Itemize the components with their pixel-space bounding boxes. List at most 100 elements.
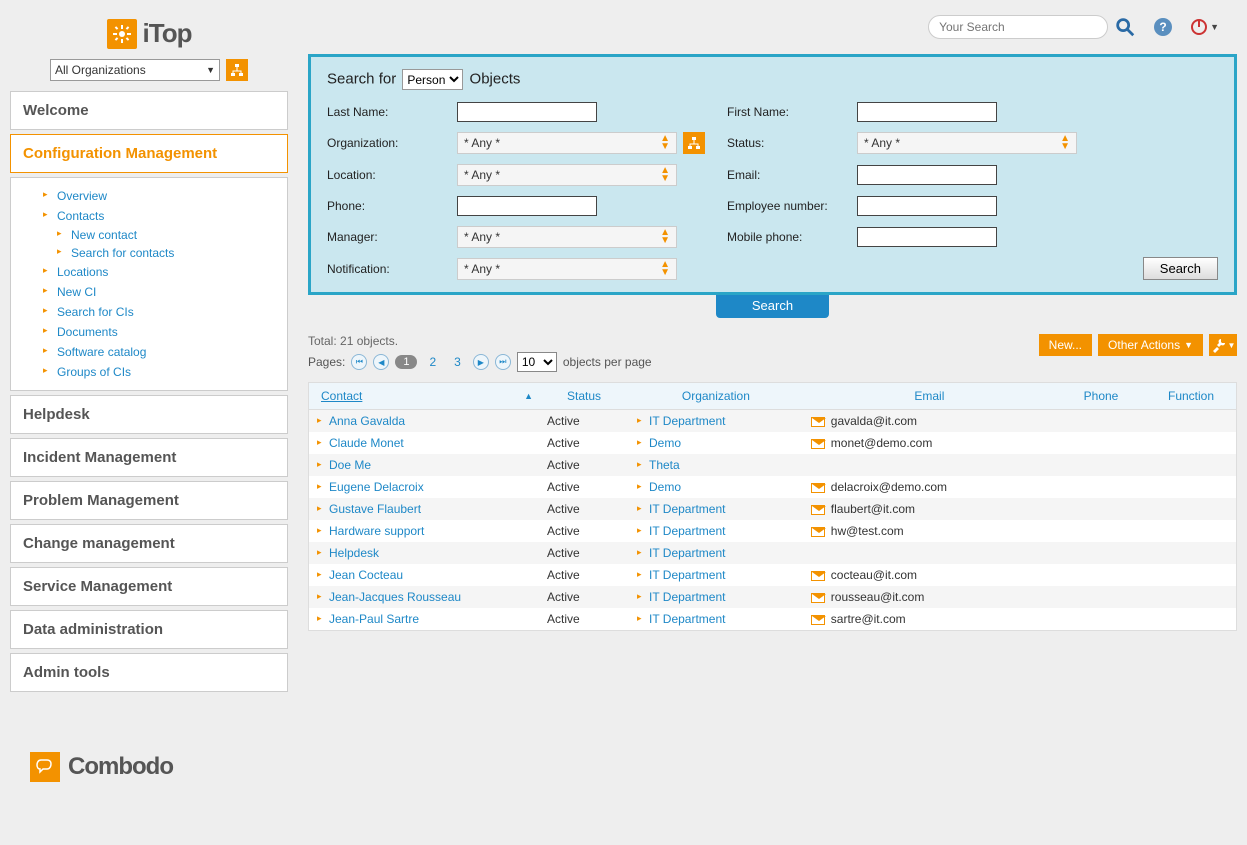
nav-contacts[interactable]: Contacts [43,206,271,226]
search-icon[interactable] [1114,16,1136,38]
label-phone: Phone: [327,199,437,213]
cell-organization[interactable]: Theta [629,454,803,476]
menu-data-admin[interactable]: Data administration [10,610,288,649]
org-select[interactable]: All Organizations ▼ [50,59,220,81]
global-search-input[interactable] [928,15,1108,39]
cell-contact[interactable]: Anna Gavalda [309,410,539,433]
tab-search[interactable]: Search [716,293,829,318]
other-actions-button[interactable]: Other Actions ▼ [1098,334,1203,356]
input-first-name[interactable] [857,102,997,122]
nav-locations[interactable]: Locations [43,262,271,282]
cell-contact[interactable]: Jean-Paul Sartre [309,608,539,630]
cell-organization[interactable]: Demo [629,476,803,498]
cell-organization[interactable]: IT Department [629,608,803,630]
col-organization[interactable]: Organization [629,383,803,410]
input-mobile[interactable] [857,227,997,247]
mail-icon [811,615,825,625]
pages-label: Pages: [308,355,345,369]
cell-email[interactable]: gavalda@it.com [803,410,1056,433]
cell-contact[interactable]: Doe Me [309,454,539,476]
page-link-3[interactable]: 3 [448,355,467,369]
menu-service[interactable]: Service Management [10,567,288,606]
cell-contact[interactable]: Jean-Jacques Rousseau [309,586,539,608]
menu-admin-tools[interactable]: Admin tools [10,653,288,692]
cell-organization[interactable]: IT Department [629,586,803,608]
nav-overview[interactable]: Overview [43,186,271,206]
nav-new-contact[interactable]: New contact [57,226,271,244]
menu-change[interactable]: Change management [10,524,288,563]
nav-new-ci[interactable]: New CI [43,282,271,302]
input-email[interactable] [857,165,997,185]
input-phone[interactable] [457,196,597,216]
menu-welcome[interactable]: Welcome [10,91,288,130]
per-page-select[interactable]: 10 [517,352,557,372]
select-organization[interactable]: * Any *▲▼ [457,132,677,154]
cell-email[interactable]: rousseau@it.com [803,586,1056,608]
nav-groups-cis[interactable]: Groups of CIs [43,362,271,382]
label-last-name: Last Name: [327,105,437,119]
select-location[interactable]: * Any *▲▼ [457,164,677,186]
cell-contact[interactable]: Hardware support [309,520,539,542]
page-link-2[interactable]: 2 [423,355,442,369]
menu-helpdesk[interactable]: Helpdesk [10,395,288,434]
select-manager[interactable]: * Any *▲▼ [457,226,677,248]
menu-problem[interactable]: Problem Management [10,481,288,520]
search-button[interactable]: Search [1143,257,1218,280]
menu-incident[interactable]: Incident Management [10,438,288,477]
brand-icon [107,19,137,49]
cell-email[interactable]: cocteau@it.com [803,564,1056,586]
org-tree-picker[interactable] [683,132,705,154]
search-title-pre: Search for [327,71,396,88]
col-phone[interactable]: Phone [1056,383,1146,410]
input-employee-no[interactable] [857,196,997,216]
nav-software-catalog[interactable]: Software catalog [43,342,271,362]
input-last-name[interactable] [457,102,597,122]
nav-search-cis[interactable]: Search for CIs [43,302,271,322]
brand: iTop [10,18,288,49]
page-next-button[interactable]: ▶ [473,354,489,370]
global-search [928,15,1136,39]
cell-function [1146,542,1236,564]
page-last-button[interactable]: ⏭ [495,354,511,370]
logoff-menu[interactable]: ▼ [1190,18,1219,36]
cell-email[interactable]: flaubert@it.com [803,498,1056,520]
cell-organization[interactable]: IT Department [629,564,803,586]
page-prev-button[interactable]: ◀ [373,354,389,370]
cell-email [803,454,1056,476]
sidebar: iTop All Organizations ▼ Welcome Configu… [0,0,298,845]
col-contact[interactable]: Contact▲ [309,383,539,410]
cell-organization[interactable]: IT Department [629,542,803,564]
org-tree-button[interactable] [226,59,248,81]
cell-contact[interactable]: Claude Monet [309,432,539,454]
cell-email[interactable]: hw@test.com [803,520,1056,542]
cell-contact[interactable]: Helpdesk [309,542,539,564]
cell-organization[interactable]: IT Department [629,498,803,520]
select-notification[interactable]: * Any *▲▼ [457,258,677,280]
cell-function [1146,498,1236,520]
cell-email[interactable]: delacroix@demo.com [803,476,1056,498]
object-type-select[interactable]: Person [402,69,463,90]
cell-email[interactable]: monet@demo.com [803,432,1056,454]
cell-contact[interactable]: Jean Cocteau [309,564,539,586]
table-row: Jean-Paul SartreActiveIT Departmentsartr… [309,608,1236,630]
menu-config-management[interactable]: Configuration Management [10,134,288,173]
total-count: Total: 21 objects. [308,334,652,348]
page-first-button[interactable]: ⏮ [351,354,367,370]
nav-documents[interactable]: Documents [43,322,271,342]
col-email[interactable]: Email [803,383,1056,410]
nav-search-contacts[interactable]: Search for contacts [57,244,271,262]
cell-phone [1056,520,1146,542]
cell-contact[interactable]: Eugene Delacroix [309,476,539,498]
cell-organization[interactable]: Demo [629,432,803,454]
cell-status: Active [539,432,629,454]
cell-email[interactable]: sartre@it.com [803,608,1056,630]
select-status[interactable]: * Any *▲▼ [857,132,1077,154]
help-icon[interactable]: ? [1154,18,1172,36]
cell-contact[interactable]: Gustave Flaubert [309,498,539,520]
cell-organization[interactable]: IT Department [629,410,803,433]
col-function[interactable]: Function [1146,383,1236,410]
col-status[interactable]: Status [539,383,629,410]
tools-button[interactable]: ▼ [1209,334,1237,356]
new-button[interactable]: New... [1039,334,1092,356]
cell-organization[interactable]: IT Department [629,520,803,542]
